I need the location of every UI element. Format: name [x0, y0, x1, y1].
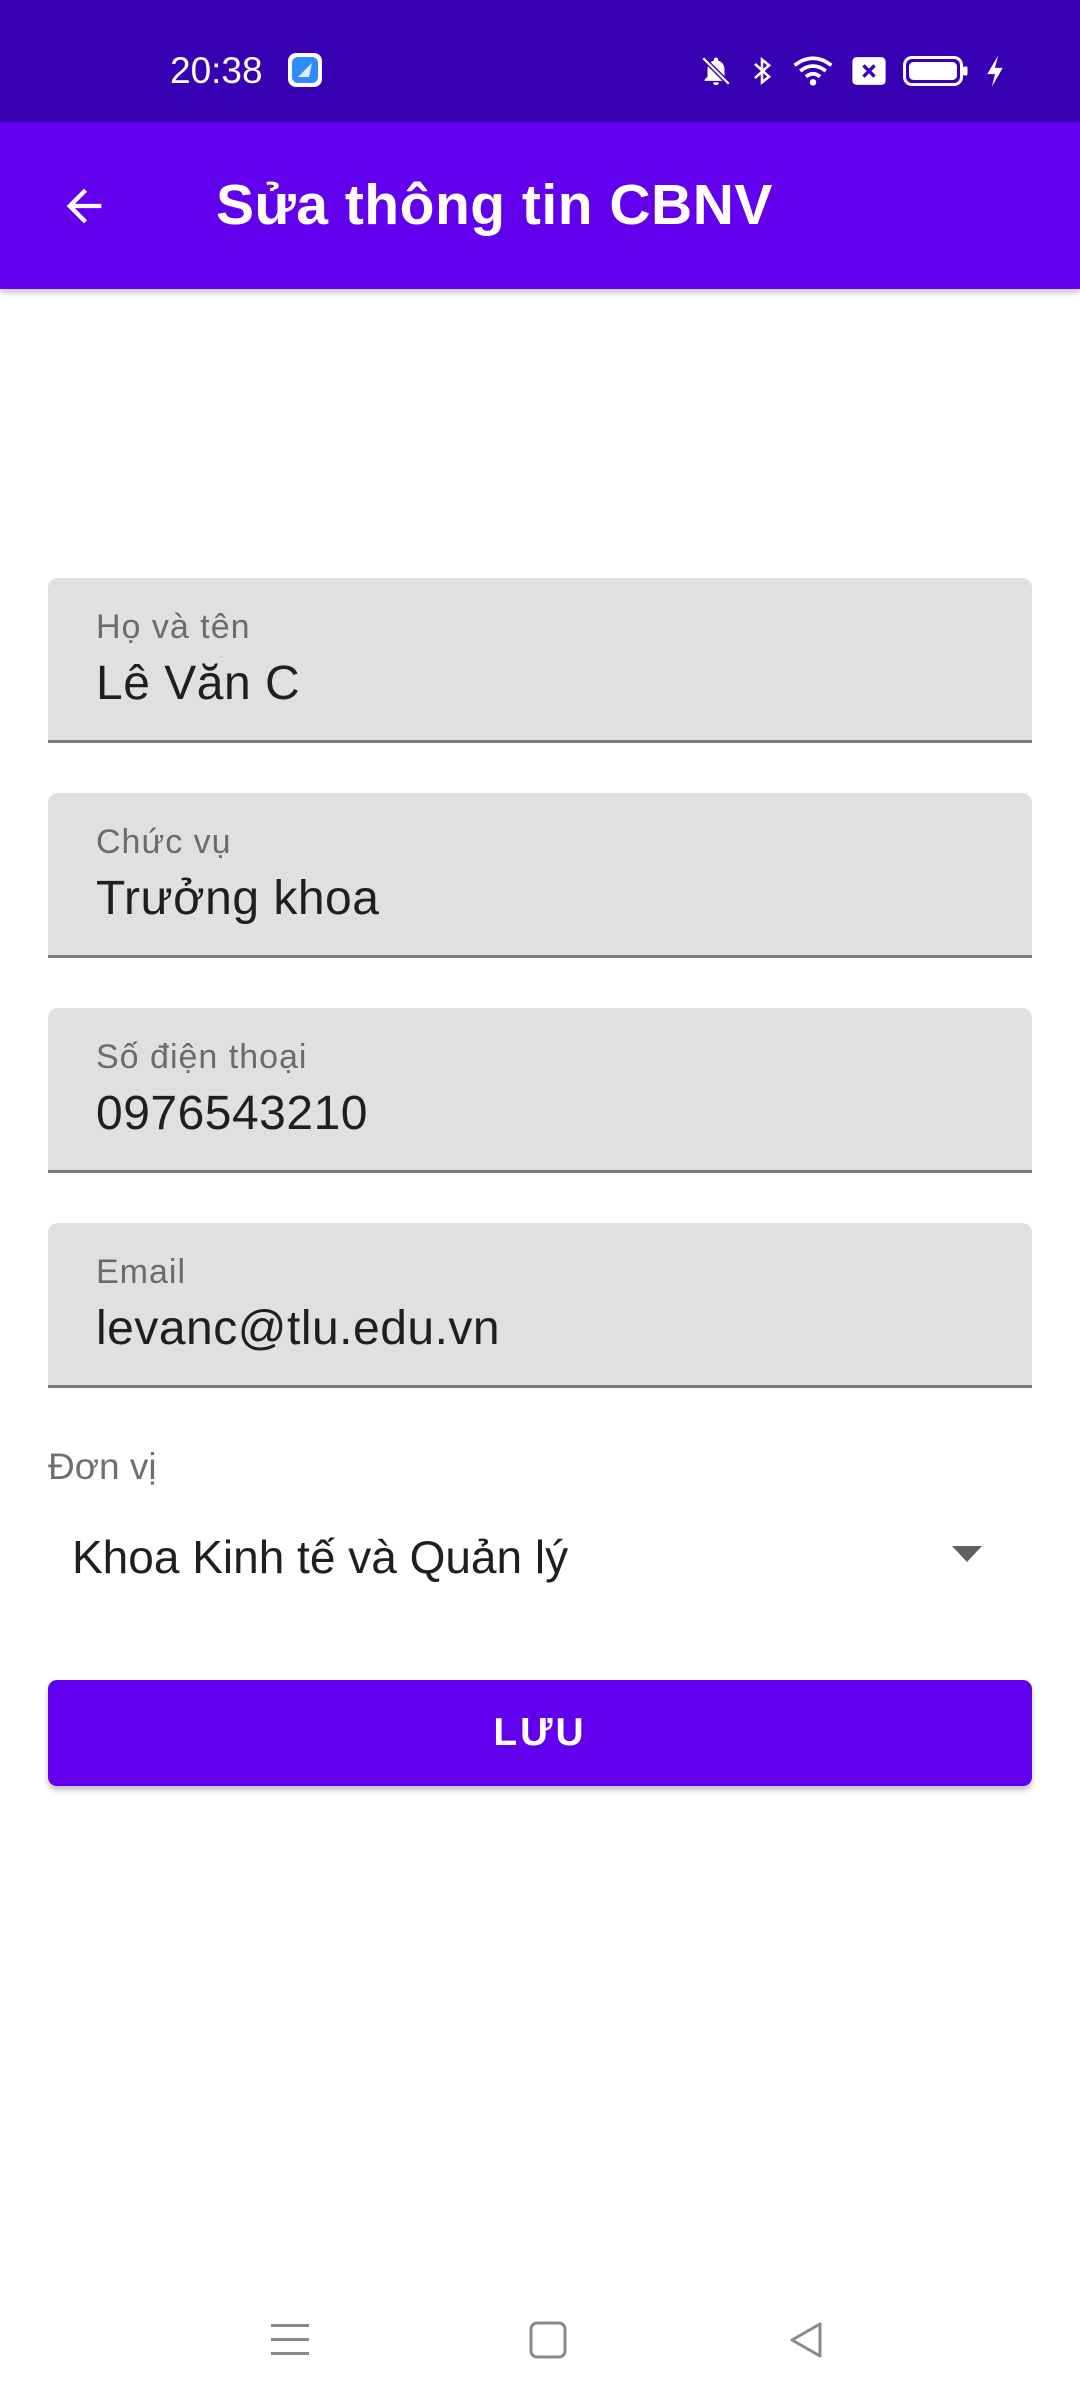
unit-label: Đơn vị	[48, 1446, 157, 1487]
wifi-icon	[791, 54, 835, 88]
recent-apps-button[interactable]	[260, 2310, 320, 2370]
arrow-left-icon	[66, 188, 102, 224]
email-field[interactable]: Email levanc@tlu.edu.vn	[48, 1223, 1032, 1388]
phone-label: Số điện thoại	[96, 1038, 308, 1076]
system-nav-bar	[0, 2280, 1080, 2400]
back-triangle-icon	[790, 2322, 822, 2358]
dropdown-caret-icon	[952, 1546, 982, 1562]
page-title: Sửa thông tin CBNV	[216, 173, 773, 237]
status-icons	[699, 50, 1005, 92]
save-button[interactable]: LƯU	[48, 1680, 1032, 1786]
app-bar: Sửa thông tin CBNV	[0, 122, 1080, 289]
menu-icon	[271, 2324, 309, 2355]
sim-off-icon	[851, 55, 887, 87]
email-input[interactable]: levanc@tlu.edu.vn	[96, 1301, 500, 1356]
full-name-field[interactable]: Họ và tên Lê Văn C	[48, 578, 1032, 743]
bluetooth-icon	[749, 54, 775, 88]
home-button[interactable]	[518, 2310, 578, 2370]
app-notification-icon	[287, 52, 323, 88]
unit-dropdown[interactable]: Khoa Kinh tế và Quản lý	[48, 1500, 1032, 1610]
position-field[interactable]: Chức vụ Trưởng khoa	[48, 793, 1032, 958]
home-square-icon	[529, 2321, 567, 2359]
phone-input[interactable]: 0976543210	[96, 1086, 368, 1141]
bell-off-icon	[699, 54, 733, 88]
nav-back-button[interactable]	[776, 2310, 836, 2370]
back-button[interactable]	[40, 162, 128, 250]
status-time: 20:38	[170, 50, 263, 91]
full-name-input[interactable]: Lê Văn C	[96, 656, 300, 711]
position-input[interactable]: Trưởng khoa	[96, 871, 379, 926]
charging-bolt-icon	[985, 54, 1005, 88]
status-bar: 20:38	[0, 0, 1080, 122]
position-label: Chức vụ	[96, 823, 232, 861]
phone-field[interactable]: Số điện thoại 0976543210	[48, 1008, 1032, 1173]
battery-icon	[903, 54, 969, 88]
full-name-label: Họ và tên	[96, 608, 251, 646]
email-label: Email	[96, 1253, 187, 1291]
unit-selected-value: Khoa Kinh tế và Quản lý	[72, 1531, 569, 1583]
